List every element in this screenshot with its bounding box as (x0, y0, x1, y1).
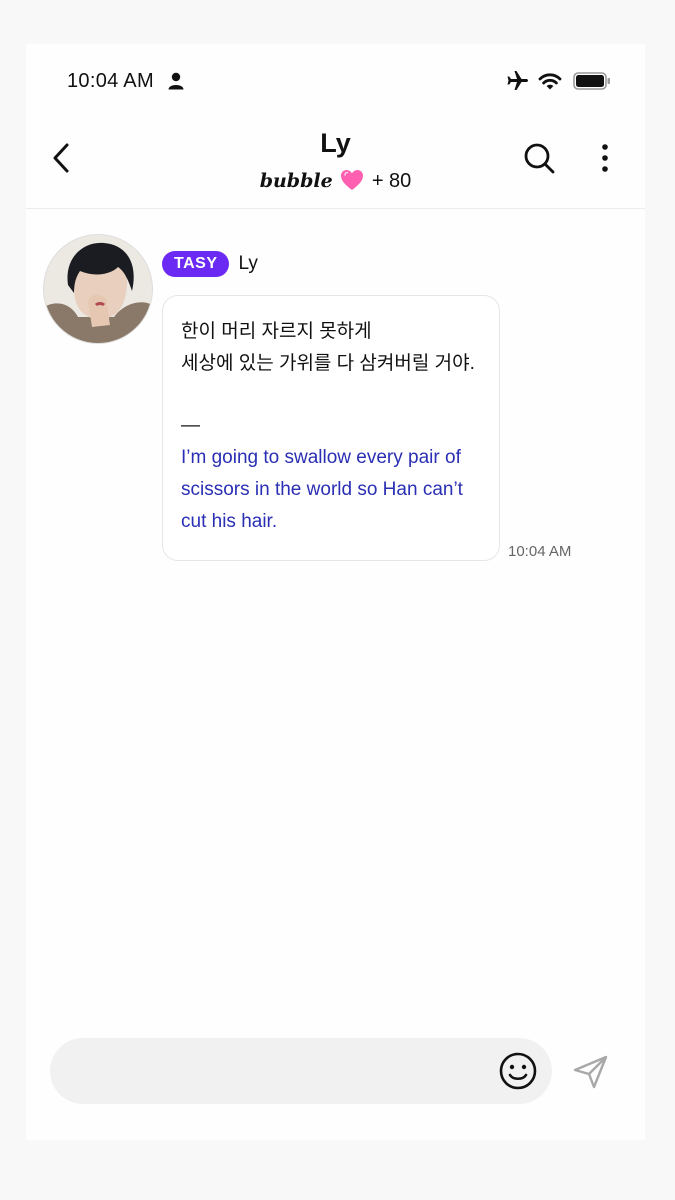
airplane-icon (507, 71, 528, 90)
person-icon (168, 72, 184, 90)
message-translation-line: scissors in the world so Han can’t (181, 479, 463, 500)
more-options-icon[interactable] (596, 140, 614, 176)
emoji-icon[interactable] (498, 1051, 538, 1091)
message-timestamp: 10:04 AM (508, 543, 572, 560)
bubble-brand-label: bubble (259, 170, 333, 192)
wifi-icon (538, 73, 562, 90)
avatar-image (44, 235, 152, 343)
chat-header: Ly bubble + 80 (26, 120, 645, 209)
message-input-bar (50, 1038, 552, 1106)
message-input[interactable] (74, 1038, 498, 1106)
message-korean-line: 한이 머리 자르지 못하게 (181, 321, 372, 342)
avatar[interactable] (43, 234, 153, 344)
message-separator: — (181, 415, 200, 436)
message-translation-line: cut his hair. (181, 511, 278, 532)
sender-name: Ly (238, 253, 258, 274)
pink-heart-icon (341, 170, 364, 190)
battery-icon (573, 72, 610, 90)
member-count: + 80 (371, 170, 412, 192)
send-icon[interactable] (572, 1054, 610, 1090)
message-bubble[interactable]: 한이 머리 자르지 못하게 세상에 있는 가위를 다 삼켜버릴 거야. — I’… (162, 295, 500, 561)
artist-tag-badge: TASY (162, 251, 230, 277)
phone-screen: 10:04 AM Ly bubble + 80 TASY Ly 한이 머리 자르… (26, 44, 645, 1140)
status-time: 10:04 AM (67, 70, 154, 92)
message-translation-line: I’m going to swallow every pair of (181, 447, 461, 468)
sender-row: TASY Ly (162, 250, 258, 278)
search-icon[interactable] (522, 140, 556, 176)
message-korean-line: 세상에 있는 가위를 다 삼켜버릴 거야. (181, 353, 475, 374)
status-bar: 10:04 AM (26, 44, 645, 120)
